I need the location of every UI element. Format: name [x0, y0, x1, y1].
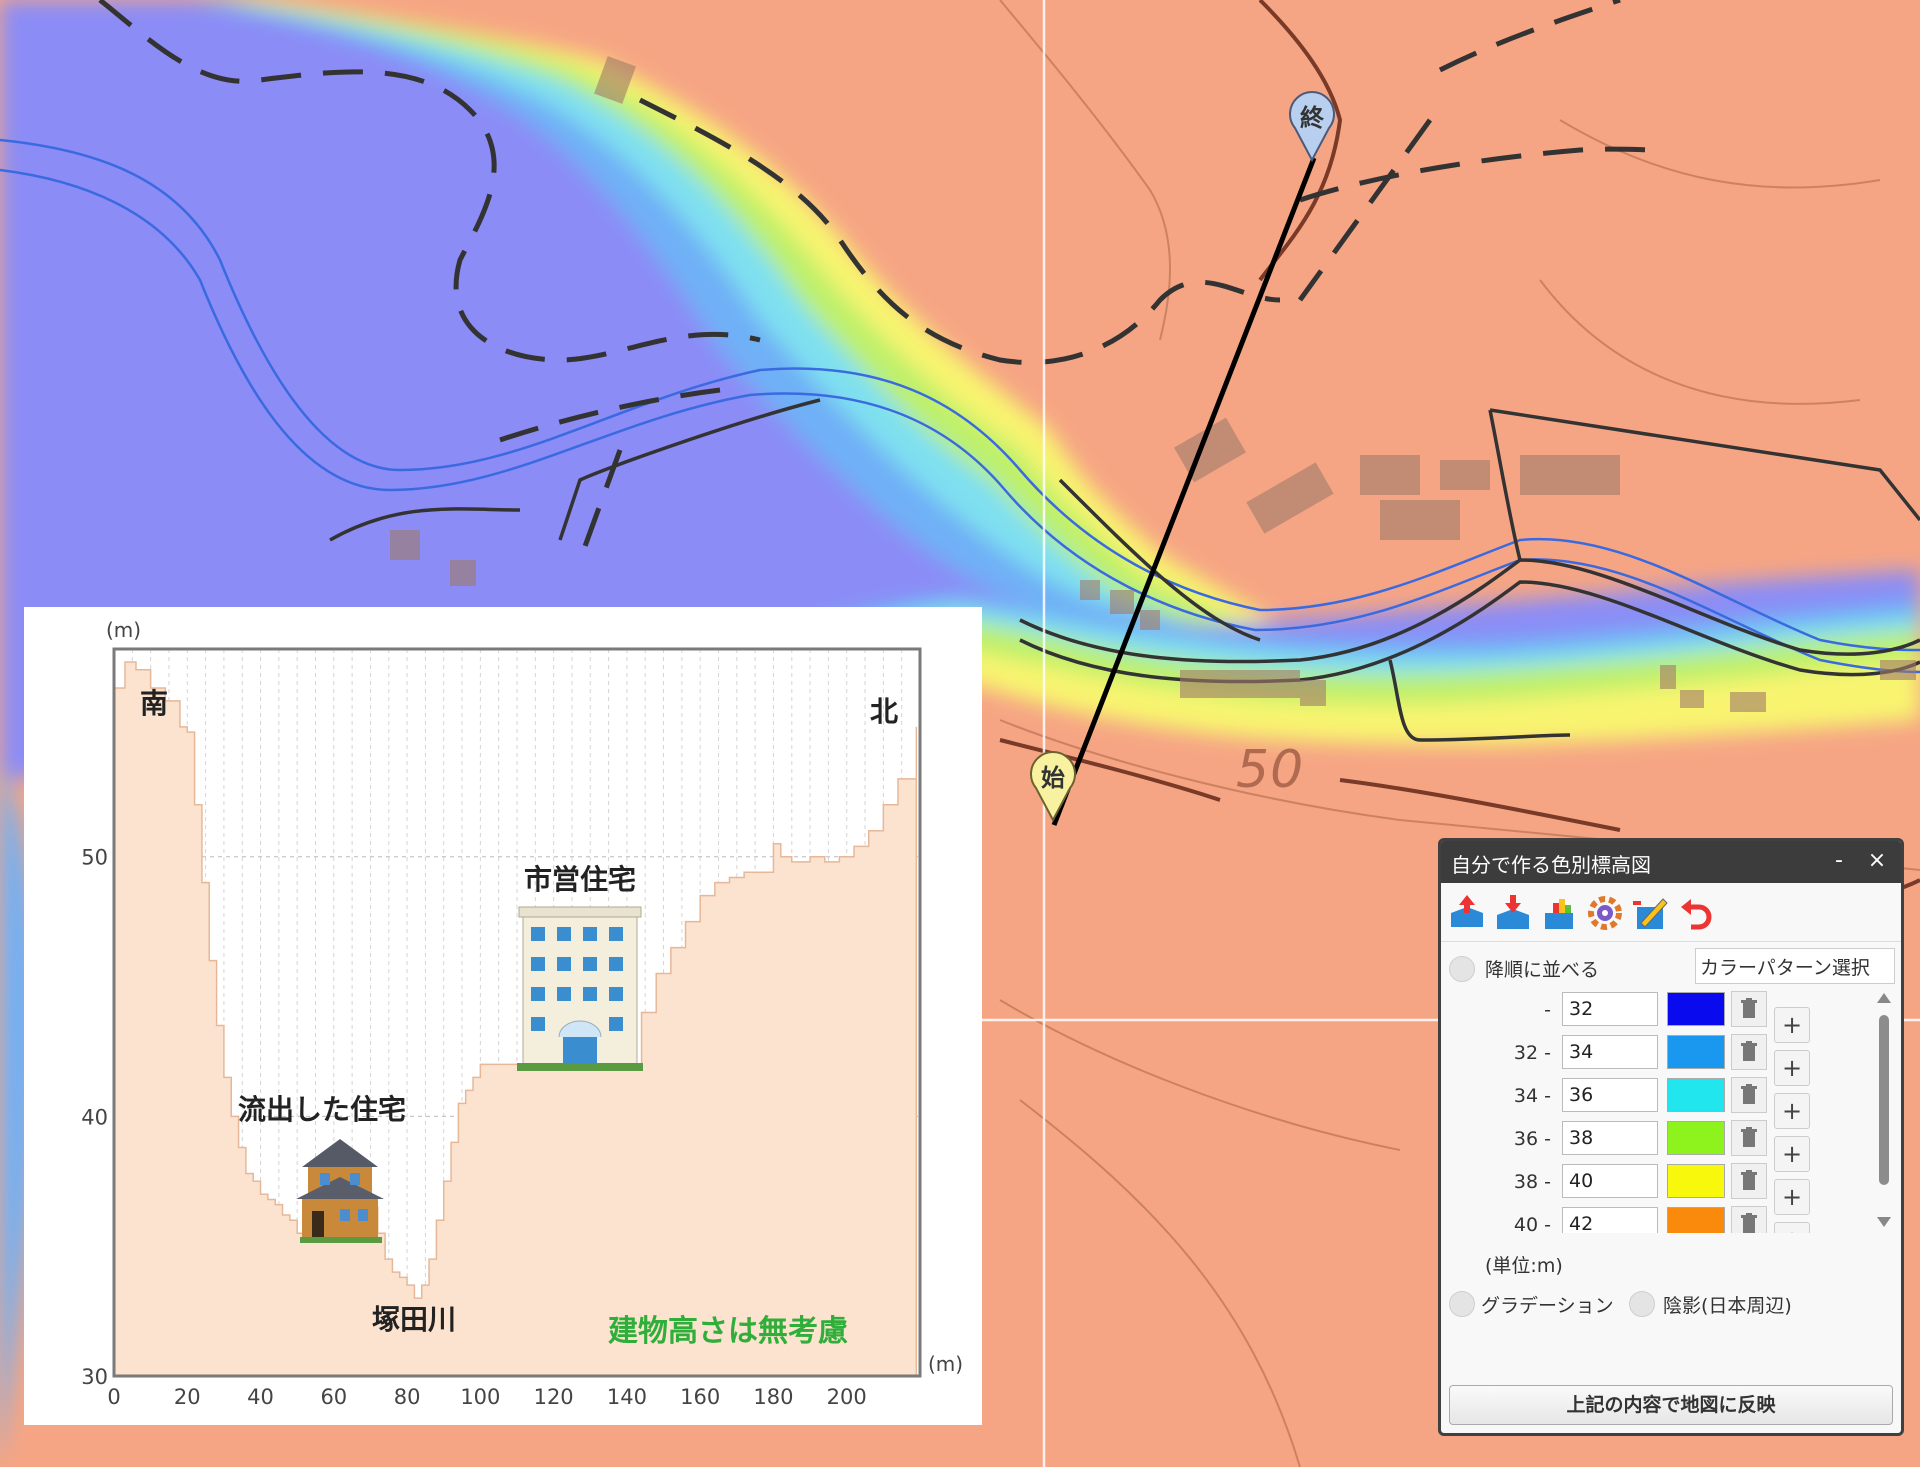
x-tick-label: 80 — [394, 1385, 421, 1409]
x-tick-label: 20 — [174, 1385, 201, 1409]
range-color-swatch[interactable] — [1667, 1164, 1725, 1198]
trash-icon[interactable] — [1731, 991, 1767, 1027]
range-upper-input[interactable] — [1562, 1078, 1658, 1112]
trash-icon[interactable] — [1731, 1120, 1767, 1156]
x-tick-label: 0 — [107, 1385, 120, 1409]
scroll-thumb[interactable] — [1879, 1015, 1889, 1185]
elevation-range-row: 36 -+ — [1441, 1120, 1871, 1172]
x-tick-label: 200 — [827, 1385, 867, 1409]
unit-label: (単位:m) — [1485, 1255, 1563, 1277]
range-color-swatch[interactable] — [1667, 1121, 1725, 1155]
label-municipal-housing: 市営住宅 — [524, 863, 636, 896]
color-pattern-select[interactable]: カラーパターン選択 — [1695, 948, 1895, 984]
edit-icon[interactable] — [1631, 893, 1671, 933]
scroll-down-icon[interactable] — [1877, 1217, 1891, 1227]
elevation-range-row: 38 -+ — [1441, 1163, 1871, 1215]
y-tick-label: 40 — [81, 1105, 108, 1129]
shading-label: 陰影(日本周辺) — [1663, 1295, 1792, 1317]
x-tick-label: 180 — [753, 1385, 793, 1409]
y-tick-label: 50 — [81, 846, 108, 870]
trash-icon[interactable] — [1731, 1034, 1767, 1070]
gradation-label: グラデーション — [1481, 1295, 1614, 1317]
unit-row: (単位:m) — [1441, 1243, 1901, 1283]
download-icon[interactable] — [1493, 893, 1533, 933]
add-range-icon[interactable]: + — [1774, 1222, 1810, 1233]
range-color-swatch[interactable] — [1667, 1207, 1725, 1233]
elevation-range-row: 40 - + — [1441, 1206, 1871, 1233]
elevation-range-row: 32 -+ — [1441, 1034, 1871, 1086]
options-row: グラデーション 陰影(日本周辺) — [1441, 1281, 1901, 1325]
label-river: 塚田川 — [372, 1303, 456, 1336]
x-tick-label: 60 — [320, 1385, 347, 1409]
trash-icon[interactable] — [1731, 1206, 1767, 1233]
undo-icon[interactable] — [1677, 893, 1717, 933]
sort-desc-radio[interactable] — [1449, 956, 1475, 982]
dialog-titlebar[interactable]: 自分で作る色別標高図 - × — [1441, 841, 1901, 883]
x-tick-label: 160 — [680, 1385, 720, 1409]
x-tick-label: 40 — [247, 1385, 274, 1409]
range-color-swatch[interactable] — [1667, 992, 1725, 1026]
dialog-toolbar — [1441, 883, 1901, 942]
y-tick-label: 30 — [81, 1365, 108, 1389]
x-unit-label: (m) — [928, 1352, 963, 1376]
range-list-scrollbar[interactable] — [1871, 989, 1897, 1233]
label-note: 建物高さは無考慮 — [608, 1314, 848, 1349]
upload-icon[interactable] — [1447, 893, 1487, 933]
elevation-profile-panel: 30 40 50 0 20 40 60 80 100 120 140 160 180 200 (m) (m… — [24, 607, 982, 1425]
range-from-label: 34 - — [1513, 1085, 1551, 1107]
dialog-title: 自分で作る色別標高図 — [1451, 853, 1651, 877]
range-upper-input[interactable] — [1562, 1207, 1658, 1233]
marker-start[interactable]: 始 — [1026, 750, 1080, 822]
profile-area — [113, 661, 918, 1377]
range-upper-input[interactable] — [1562, 1164, 1658, 1198]
x-tick-label: 120 — [534, 1385, 574, 1409]
trash-icon[interactable] — [1731, 1077, 1767, 1113]
label-south: 南 — [140, 687, 168, 720]
close-button[interactable]: × — [1863, 847, 1891, 875]
contour-lines-bold — [999, 0, 1920, 897]
marker-end[interactable]: 終 — [1285, 90, 1339, 162]
range-from-label: 32 - — [1513, 1042, 1551, 1064]
range-from-label: 36 - — [1513, 1128, 1551, 1150]
layers-icon[interactable] — [1539, 893, 1579, 933]
label-washed-house: 流出した住宅 — [238, 1093, 406, 1126]
scroll-up-icon[interactable] — [1877, 993, 1891, 1003]
range-upper-input[interactable] — [1562, 992, 1658, 1026]
shading-radio[interactable] — [1629, 1291, 1655, 1317]
color-elevation-dialog: 自分で作る色別標高図 - × 降順に並べる カラーパターン選択 -+32 -+3… — [1438, 838, 1904, 1436]
range-upper-input[interactable] — [1562, 1121, 1658, 1155]
apartment-building-illustration — [517, 906, 643, 1071]
trash-icon[interactable] — [1731, 1163, 1767, 1199]
sort-desc-label: 降順に並べる — [1485, 959, 1600, 981]
label-north: 北 — [870, 695, 898, 728]
elevation-profile-chart: 30 40 50 0 20 40 60 80 100 120 140 160 180 200 (m) (m… — [81, 618, 963, 1409]
range-color-swatch[interactable] — [1667, 1078, 1725, 1112]
range-from-label: - — [1544, 999, 1551, 1021]
gear-icon[interactable] — [1585, 893, 1625, 933]
range-from-label: 40 - — [1513, 1214, 1551, 1233]
range-color-swatch[interactable] — [1667, 1035, 1725, 1069]
marker-end-label: 終 — [1300, 104, 1324, 132]
minimize-button[interactable]: - — [1825, 847, 1853, 875]
gradation-radio[interactable] — [1449, 1291, 1475, 1317]
range-upper-input[interactable] — [1562, 1035, 1658, 1069]
elevation-range-row: 34 -+ — [1441, 1077, 1871, 1129]
sort-row: 降順に並べる カラーパターン選択 — [1441, 942, 1901, 992]
contour-label-50: 50 — [1236, 740, 1305, 800]
elevation-range-row: -+ — [1441, 991, 1871, 1043]
apply-to-map-button[interactable]: 上記の内容で地図に反映 — [1449, 1385, 1893, 1425]
marker-start-label: 始 — [1041, 764, 1065, 792]
y-unit-label: (m) — [106, 618, 141, 642]
elevation-range-list: -+32 -+34 -+36 -+38 -+40 -+42 -+ — [1441, 987, 1871, 1233]
range-from-label: 38 - — [1513, 1171, 1551, 1193]
x-tick-label: 140 — [607, 1385, 647, 1409]
x-tick-label: 100 — [460, 1385, 500, 1409]
